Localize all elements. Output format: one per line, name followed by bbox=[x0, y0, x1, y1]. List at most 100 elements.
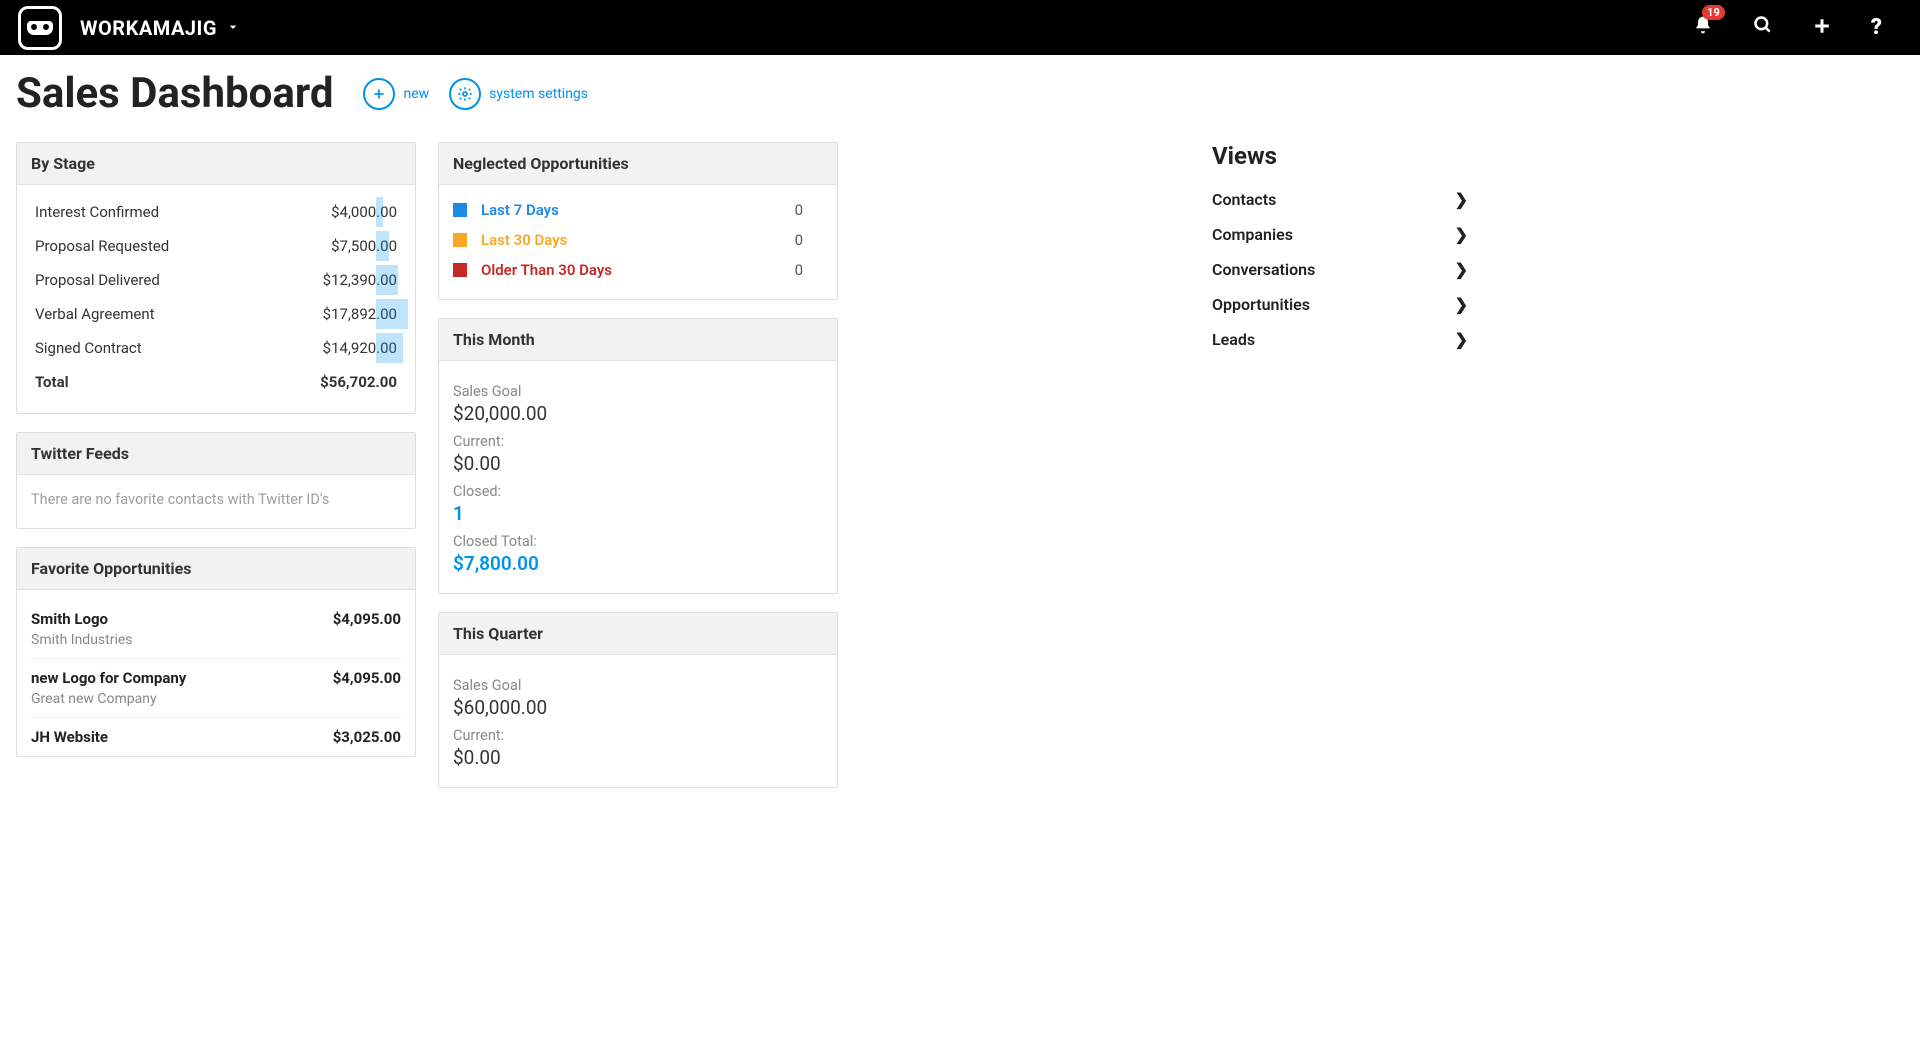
stage-row[interactable]: Signed Contract $14,920.00 bbox=[31, 331, 401, 365]
new-label: new bbox=[403, 86, 429, 102]
this-month-card: This Month Sales Goal $20,000.00 Current… bbox=[438, 318, 838, 594]
app-logo bbox=[18, 6, 62, 50]
neglected-value: 0 bbox=[795, 231, 823, 249]
favorite-item[interactable]: Smith Logo $4,095.00 Smith Industries bbox=[31, 600, 401, 659]
system-settings-button[interactable]: system settings bbox=[449, 78, 588, 110]
stage-value: $12,390.00 bbox=[323, 271, 397, 289]
view-label: Opportunities bbox=[1212, 295, 1310, 314]
month-current-label: Current: bbox=[453, 433, 823, 450]
stage-label: Proposal Requested bbox=[35, 237, 169, 255]
favorite-value: $4,095.00 bbox=[333, 669, 401, 687]
quarter-current-value: $0.00 bbox=[453, 746, 823, 769]
this-month-title: This Month bbox=[439, 319, 837, 361]
stage-total-row: Total $56,702.00 bbox=[31, 365, 401, 399]
stage-label: Proposal Delivered bbox=[35, 271, 160, 289]
twitter-empty-text: There are no favorite contacts with Twit… bbox=[31, 485, 401, 514]
view-item-companies[interactable]: Companies ❯ bbox=[1212, 217, 1468, 252]
neglected-label: Last 7 Days bbox=[481, 201, 559, 219]
neglected-row[interactable]: Last 7 Days 0 bbox=[453, 195, 823, 225]
stage-value: $14,920.00 bbox=[323, 339, 397, 357]
neglected-label: Older Than 30 Days bbox=[481, 261, 612, 279]
twitter-feeds-card: Twitter Feeds There are no favorite cont… bbox=[16, 432, 416, 529]
stage-value: $17,892.00 bbox=[323, 305, 397, 323]
stage-row[interactable]: Verbal Agreement $17,892.00 bbox=[31, 297, 401, 331]
month-closed-label: Closed: bbox=[453, 483, 823, 500]
plus-icon bbox=[363, 78, 395, 110]
search-button[interactable] bbox=[1753, 15, 1773, 40]
chevron-right-icon: ❯ bbox=[1455, 260, 1468, 279]
neglected-label: Last 30 Days bbox=[481, 231, 567, 249]
favorite-company: Smith Industries bbox=[31, 632, 401, 648]
month-closed-total-label: Closed Total: bbox=[453, 533, 823, 550]
month-goal-value: $20,000.00 bbox=[453, 402, 823, 425]
page-header: Sales Dashboard new system settings bbox=[16, 69, 1468, 118]
topbar: WORKAMAJIG 19 ? bbox=[0, 0, 1920, 55]
twitter-title: Twitter Feeds bbox=[17, 433, 415, 475]
stage-row[interactable]: Proposal Delivered $12,390.00 bbox=[31, 263, 401, 297]
color-swatch-icon bbox=[453, 233, 467, 247]
view-item-opportunities[interactable]: Opportunities ❯ bbox=[1212, 287, 1468, 322]
chevron-right-icon: ❯ bbox=[1455, 190, 1468, 209]
month-current-value: $0.00 bbox=[453, 452, 823, 475]
color-swatch-icon bbox=[453, 203, 467, 217]
view-item-leads[interactable]: Leads❯ bbox=[1212, 322, 1468, 357]
stage-row[interactable]: Proposal Requested $7,500.00 bbox=[31, 229, 401, 263]
stage-label: Signed Contract bbox=[35, 339, 142, 357]
view-label: Leads bbox=[1212, 330, 1255, 349]
favorite-value: $4,095.00 bbox=[333, 610, 401, 628]
month-closed-value[interactable]: 1 bbox=[453, 502, 823, 525]
this-quarter-title: This Quarter bbox=[439, 613, 837, 655]
by-stage-card: By Stage Interest Confirmed $4,000.00 Prop… bbox=[16, 142, 416, 414]
settings-label: system settings bbox=[489, 86, 588, 102]
favorite-opportunities-card: Favorite Opportunities Smith Logo $4,095.… bbox=[16, 547, 416, 757]
view-label: Contacts bbox=[1212, 190, 1276, 209]
month-closed-total-value[interactable]: $7,800.00 bbox=[453, 552, 823, 575]
views-title: Views bbox=[1212, 142, 1468, 170]
month-goal-label: Sales Goal bbox=[453, 383, 823, 400]
neglected-value: 0 bbox=[795, 261, 823, 279]
stage-value: $4,000.00 bbox=[331, 203, 397, 221]
favorite-item[interactable]: JH Website $3,025.00 bbox=[31, 718, 401, 756]
chevron-right-icon: ❯ bbox=[1455, 295, 1468, 314]
stage-value: $7,500.00 bbox=[331, 237, 397, 255]
stage-total-label: Total bbox=[35, 373, 69, 391]
brand-menu[interactable]: WORKAMAJIG bbox=[80, 16, 241, 40]
neglected-row[interactable]: Last 30 Days 0 bbox=[453, 225, 823, 255]
quarter-current-label: Current: bbox=[453, 727, 823, 744]
favorite-item[interactable]: new Logo for Company $4,095.00 Great new C… bbox=[31, 659, 401, 718]
view-item-contacts[interactable]: Contacts ❯ bbox=[1212, 182, 1468, 217]
favorites-title: Favorite Opportunities bbox=[17, 548, 415, 590]
chevron-right-icon: ❯ bbox=[1455, 225, 1468, 244]
stage-label: Verbal Agreement bbox=[35, 305, 155, 323]
favorite-name: new Logo for Company bbox=[31, 669, 186, 687]
notifications-button[interactable]: 19 bbox=[1693, 15, 1713, 40]
help-button[interactable]: ? bbox=[1871, 15, 1882, 40]
neglected-card: Neglected Opportunities Last 7 Days0Last… bbox=[438, 142, 838, 300]
page-title: Sales Dashboard bbox=[16, 69, 333, 118]
stage-total-value: $56,702.00 bbox=[320, 373, 397, 391]
stage-label: Interest Confirmed bbox=[35, 203, 159, 221]
quarter-goal-value: $60,000.00 bbox=[453, 696, 823, 719]
view-label: Conversations bbox=[1212, 260, 1315, 279]
brand-label: WORKAMAJIG bbox=[80, 16, 217, 40]
favorite-name: Smith Logo bbox=[31, 610, 108, 628]
favorite-value: $3,025.00 bbox=[333, 728, 401, 746]
this-quarter-card: This Quarter Sales Goal $60,000.00 Curre… bbox=[438, 612, 838, 788]
chevron-down-icon bbox=[225, 16, 241, 40]
favorite-company: Great new Company bbox=[31, 691, 401, 707]
new-button[interactable]: new bbox=[363, 78, 429, 110]
views-sidebar: Views Contacts❯Companies❯Conversations❯O… bbox=[1212, 142, 1468, 357]
quarter-goal-label: Sales Goal bbox=[453, 677, 823, 694]
neglected-value: 0 bbox=[795, 201, 823, 219]
favorite-name: JH Website bbox=[31, 728, 108, 746]
notification-badge: 19 bbox=[1702, 5, 1725, 20]
neglected-row[interactable]: Older Than 30 Days 0 bbox=[453, 255, 823, 285]
view-item-conversations[interactable]: Conversations ❯ bbox=[1212, 252, 1468, 287]
gear-icon bbox=[449, 78, 481, 110]
color-swatch-icon bbox=[453, 263, 467, 277]
stage-row[interactable]: Interest Confirmed $4,000.00 bbox=[31, 195, 401, 229]
by-stage-title: By Stage bbox=[17, 143, 415, 185]
neglected-title: Neglected Opportunities bbox=[439, 143, 837, 185]
add-button[interactable] bbox=[1813, 16, 1831, 40]
view-label: Companies bbox=[1212, 225, 1293, 244]
